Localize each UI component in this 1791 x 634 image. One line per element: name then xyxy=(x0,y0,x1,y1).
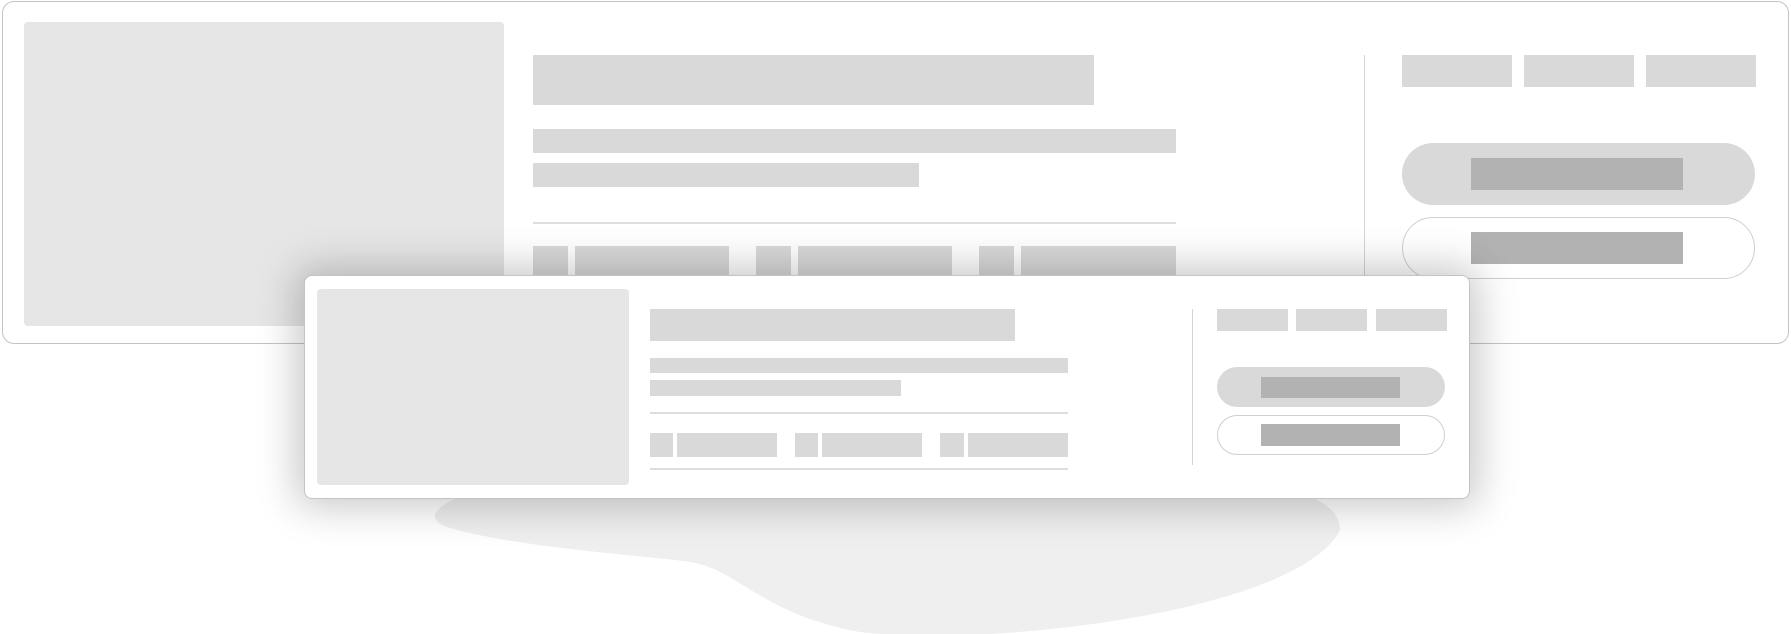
meta-text-placeholder xyxy=(798,246,952,276)
tab-placeholder[interactable] xyxy=(1217,309,1288,331)
meta-text-placeholder xyxy=(677,433,777,457)
button-label-placeholder xyxy=(1261,377,1400,398)
divider xyxy=(650,412,1068,414)
text-line-placeholder xyxy=(650,358,1068,373)
meta-text-placeholder xyxy=(1021,246,1176,276)
tab-placeholder[interactable] xyxy=(1376,309,1447,331)
text-line-placeholder xyxy=(650,380,901,396)
meta-icon-placeholder xyxy=(650,433,673,457)
tab-placeholder[interactable] xyxy=(1646,55,1756,87)
button-label-placeholder xyxy=(1261,424,1400,446)
primary-button[interactable] xyxy=(1217,367,1445,407)
image-placeholder xyxy=(317,289,629,485)
title-placeholder xyxy=(650,309,1015,341)
meta-text-placeholder xyxy=(822,433,922,457)
text-line-placeholder xyxy=(533,163,919,187)
meta-icon-placeholder xyxy=(940,433,964,457)
meta-text-placeholder xyxy=(575,246,729,276)
tab-placeholder[interactable] xyxy=(1296,309,1367,331)
tab-placeholder[interactable] xyxy=(1524,55,1634,87)
divider xyxy=(533,222,1176,224)
meta-icon-placeholder xyxy=(533,246,568,276)
meta-icon-placeholder xyxy=(979,246,1014,276)
meta-icon-placeholder xyxy=(756,246,791,276)
tab-placeholder[interactable] xyxy=(1402,55,1512,87)
card-small xyxy=(304,275,1470,499)
primary-button[interactable] xyxy=(1402,143,1755,205)
meta-text-placeholder xyxy=(968,433,1068,457)
secondary-button[interactable] xyxy=(1402,217,1755,279)
meta-icon-placeholder xyxy=(795,433,818,457)
wireframe-illustration xyxy=(0,0,1791,634)
button-label-placeholder xyxy=(1471,158,1683,190)
secondary-button[interactable] xyxy=(1217,415,1445,455)
text-line-placeholder xyxy=(533,129,1176,153)
divider xyxy=(650,468,1068,470)
title-placeholder xyxy=(533,55,1094,105)
vertical-divider xyxy=(1192,309,1193,465)
button-label-placeholder xyxy=(1471,232,1683,264)
